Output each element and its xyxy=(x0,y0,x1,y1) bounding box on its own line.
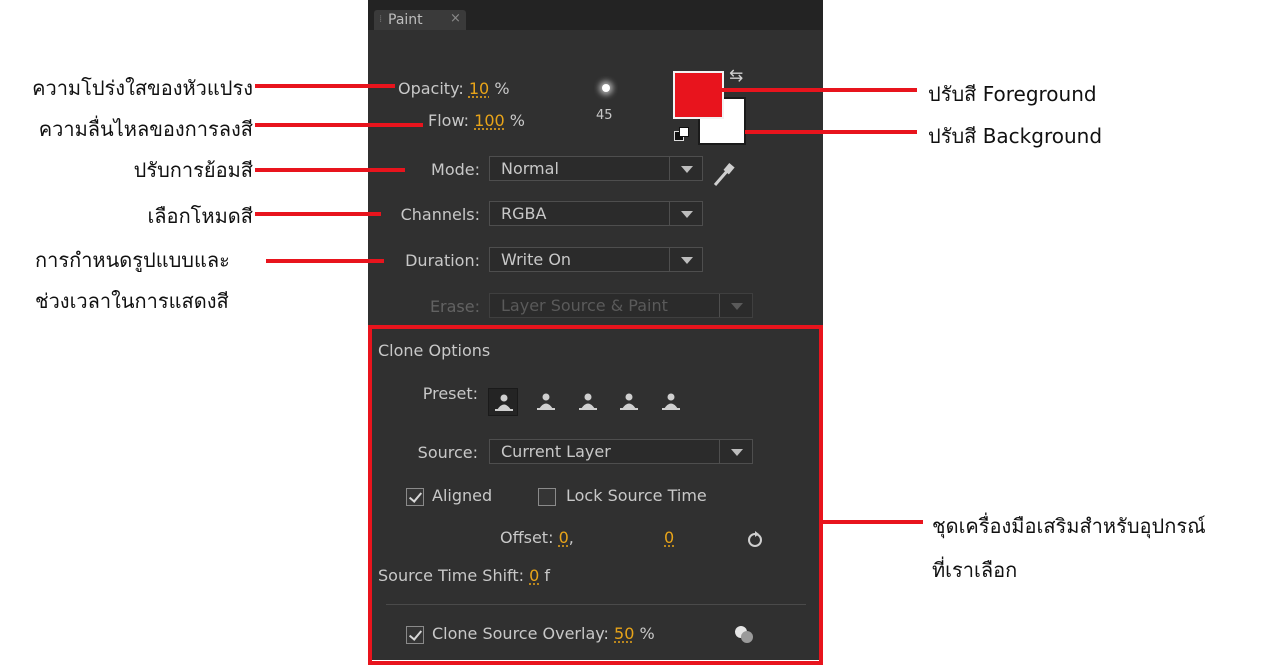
mode-value: Normal xyxy=(501,159,559,178)
chevron-down-icon xyxy=(669,157,702,180)
panel-tab-bar: ⁞ Paint × xyxy=(368,0,823,30)
swap-colors-icon[interactable]: ⇆ xyxy=(729,66,743,86)
annotation-line-foreground xyxy=(707,88,917,92)
chevron-down-icon xyxy=(669,248,702,271)
foreground-color-swatch[interactable] xyxy=(673,71,724,119)
erase-label: Erase: xyxy=(429,297,480,316)
eyedropper-icon[interactable] xyxy=(711,161,737,193)
duration-value: Write On xyxy=(501,250,572,269)
annotation-clone-line2: ที่เราเลือก xyxy=(932,558,1018,582)
drag-grip-icon[interactable]: ⁞ xyxy=(379,14,382,25)
annotation-flow: ความลื่นไหลของการลงสี xyxy=(38,117,253,141)
annotation-line-flow xyxy=(255,123,423,127)
opacity-unit: % xyxy=(494,79,510,98)
channels-label: Channels: xyxy=(400,205,480,224)
annotation-line-opacity xyxy=(255,84,395,88)
annotation-clone-line1: ชุดเครื่องมือเสริมสำหรับอุปกรณ์ xyxy=(932,514,1206,538)
annotation-channels: เลือกโหมดสี xyxy=(147,204,253,228)
annotation-line-channels xyxy=(255,212,381,216)
opacity-label: Opacity: xyxy=(398,79,464,98)
flow-row: Flow: 100 % xyxy=(428,111,525,130)
mode-dropdown[interactable]: Normal xyxy=(489,156,703,181)
annotation-mode: ปรับการย้อมสี xyxy=(133,158,253,182)
chevron-down-icon xyxy=(719,294,752,317)
brush-size-value: 45 xyxy=(596,108,613,123)
erase-dropdown: Layer Source & Paint xyxy=(489,293,753,318)
annotation-foreground: ปรับสี Foreground xyxy=(928,82,1097,106)
close-icon[interactable]: × xyxy=(450,11,461,26)
annotation-line-background xyxy=(745,130,917,134)
annotation-line-duration xyxy=(266,259,384,263)
annotation-line-mode xyxy=(255,168,405,172)
flow-unit: % xyxy=(509,111,525,130)
channels-dropdown[interactable]: RGBA xyxy=(489,201,703,226)
duration-dropdown[interactable]: Write On xyxy=(489,247,703,272)
opacity-value[interactable]: 10 xyxy=(469,79,489,98)
chevron-down-icon xyxy=(669,202,702,225)
flow-label: Flow: xyxy=(428,111,470,130)
default-colors-icon[interactable] xyxy=(674,127,689,141)
duration-label: Duration: xyxy=(405,251,480,270)
annotation-line-clone xyxy=(823,520,923,524)
flow-value[interactable]: 100 xyxy=(474,111,505,130)
opacity-row: Opacity: 10 % xyxy=(398,79,510,98)
annotation-duration-line1: การกำหนดรูปแบบและ xyxy=(35,248,230,272)
tab-paint[interactable]: ⁞ Paint × xyxy=(374,10,466,30)
tab-paint-label: Paint xyxy=(388,12,423,28)
annotation-opacity: ความโปร่งใสของหัวแปรง xyxy=(32,76,253,100)
clone-options-highlight xyxy=(368,325,823,665)
channels-value: RGBA xyxy=(501,204,547,223)
erase-value: Layer Source & Paint xyxy=(501,296,668,315)
brush-tip-preview[interactable] xyxy=(592,78,622,108)
annotation-background: ปรับสี Background xyxy=(928,124,1103,148)
annotation-duration-line2: ช่วงเวลาในการแสดงสี xyxy=(35,289,229,313)
